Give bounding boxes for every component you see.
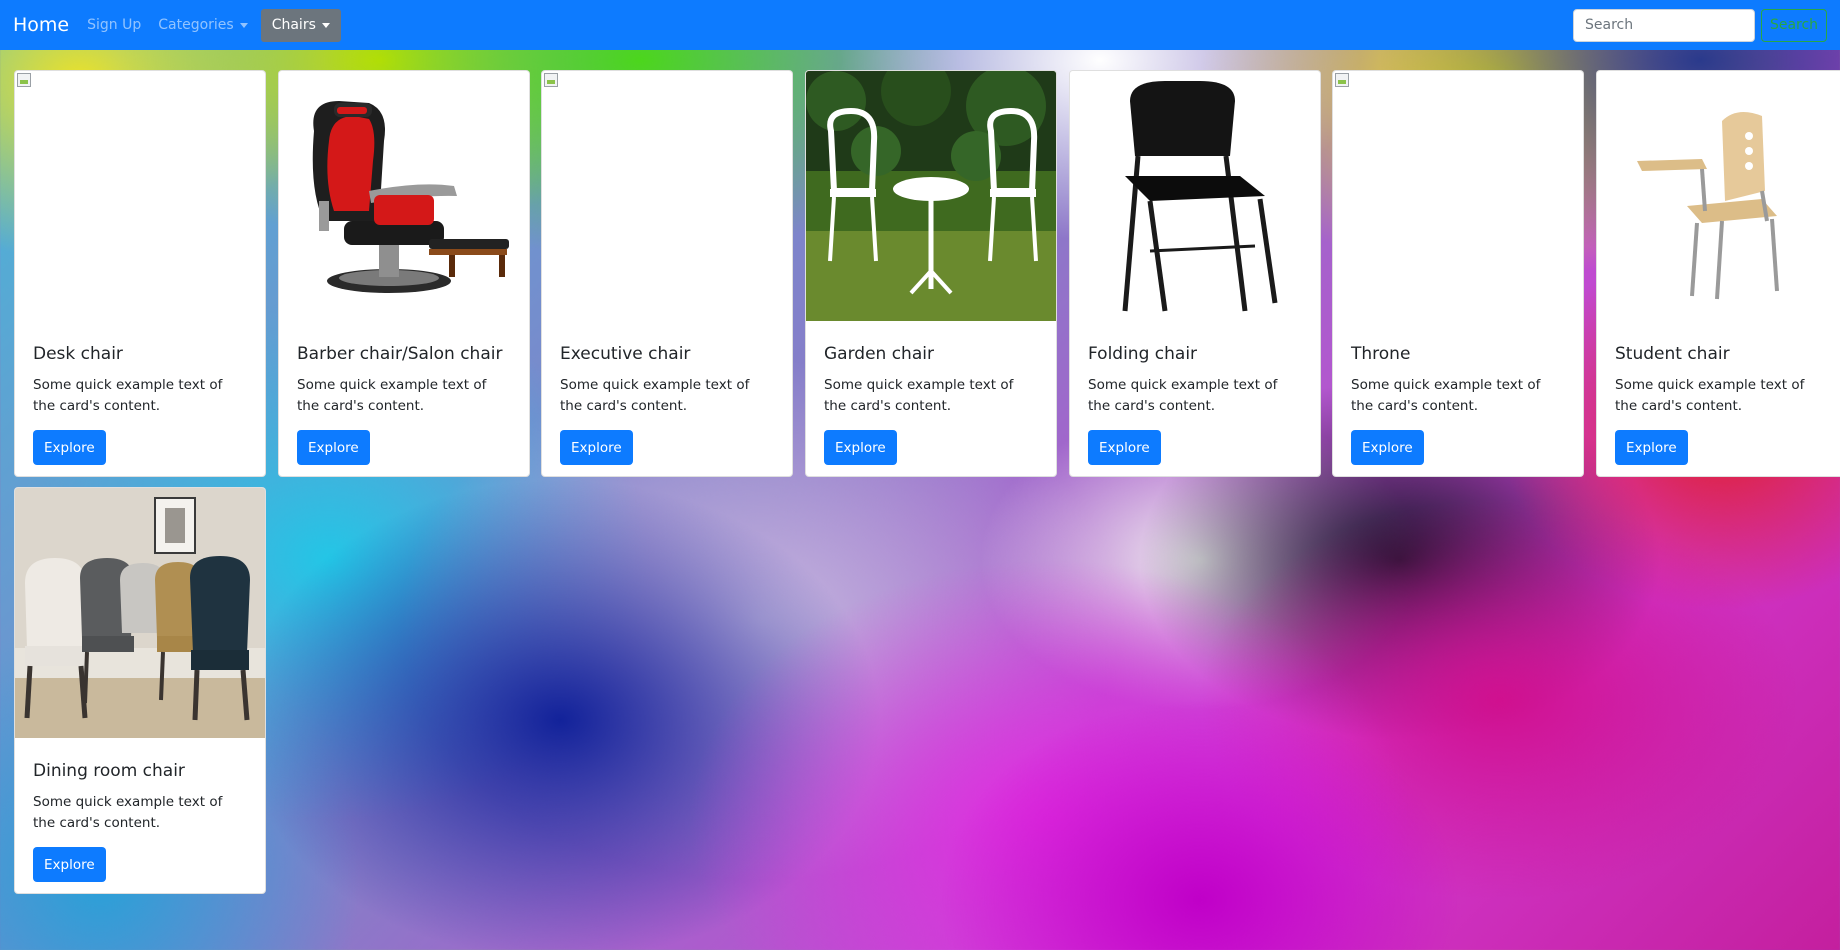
card-title: Student chair <box>1615 344 1730 364</box>
card-text: Some quick example text of the card's co… <box>33 377 223 414</box>
card-text: Some quick example text of the card's co… <box>560 377 750 414</box>
explore-button[interactable]: Explore <box>1351 430 1424 465</box>
card-image <box>1597 71 1840 321</box>
card-image <box>279 71 529 321</box>
barber-chair-image <box>279 71 529 321</box>
card-body: Folding chair Some quick example text of… <box>1070 321 1320 465</box>
card-image <box>1333 71 1583 321</box>
card-executive-chair: Executive chair Some quick example text … <box>541 70 793 477</box>
card-title: Dining room chair <box>33 761 185 781</box>
explore-button[interactable]: Explore <box>560 430 633 465</box>
card-barber-chair: Barber chair/Salon chair Some quick exam… <box>278 70 530 477</box>
broken-image-icon <box>544 73 558 87</box>
nav-dropdown-categories-label: Categories <box>158 17 234 33</box>
nav-dropdown-chairs[interactable]: Chairs <box>260 8 341 42</box>
search-input[interactable] <box>1573 8 1755 42</box>
card-throne: Throne Some quick example text of the ca… <box>1332 70 1584 477</box>
student-chair-image <box>1597 71 1840 321</box>
card-body: Throne Some quick example text of the ca… <box>1333 321 1583 465</box>
card-body: Desk chair Some quick example text of th… <box>15 321 265 465</box>
card-dining-room-chair: Dining room chair Some quick example tex… <box>14 487 266 894</box>
card-body: Dining room chair Some quick example tex… <box>15 738 265 882</box>
explore-button[interactable]: Explore <box>33 847 106 882</box>
navbar: Home Sign Up Categories Chairs Search <box>0 0 1840 50</box>
card-image <box>1070 71 1320 321</box>
card-title: Throne <box>1351 344 1411 364</box>
explore-button[interactable]: Explore <box>1088 430 1161 465</box>
explore-button[interactable]: Explore <box>824 430 897 465</box>
explore-button[interactable]: Explore <box>297 430 370 465</box>
card-image <box>542 71 792 321</box>
nav-dropdown-chairs-label: Chairs <box>271 17 316 33</box>
card-title: Folding chair <box>1088 344 1198 364</box>
card-text: Some quick example text of the card's co… <box>1615 377 1805 414</box>
broken-image-icon <box>17 73 31 87</box>
broken-image-icon <box>1335 73 1349 87</box>
card-body: Executive chair Some quick example text … <box>542 321 792 465</box>
card-text: Some quick example text of the card's co… <box>1351 377 1541 414</box>
folding-chair-image <box>1070 71 1320 321</box>
card-title: Desk chair <box>33 344 123 364</box>
caret-down-icon <box>239 22 248 28</box>
card-text: Some quick example text of the card's co… <box>33 794 223 831</box>
card-body: Student chair Some quick example text of… <box>1597 321 1840 465</box>
card-title: Barber chair/Salon chair <box>297 344 503 364</box>
explore-button[interactable]: Explore <box>1615 430 1688 465</box>
card-garden-chair: Garden chair Some quick example text of … <box>805 70 1057 477</box>
card-text: Some quick example text of the card's co… <box>1088 377 1278 414</box>
card-text: Some quick example text of the card's co… <box>824 377 1014 414</box>
card-text: Some quick example text of the card's co… <box>297 377 487 414</box>
dining-room-chair-image <box>15 488 265 738</box>
explore-button[interactable]: Explore <box>33 430 106 465</box>
card-image <box>15 71 265 321</box>
card-body: Garden chair Some quick example text of … <box>806 321 1056 465</box>
home-link[interactable]: Home <box>13 14 69 36</box>
card-body: Barber chair/Salon chair Some quick exam… <box>279 321 529 465</box>
garden-chair-image <box>806 71 1056 321</box>
card-image <box>806 71 1056 321</box>
nav-dropdown-categories[interactable]: Categories <box>154 17 251 33</box>
card-desk-chair: Desk chair Some quick example text of th… <box>14 70 266 477</box>
card-student-chair: Student chair Some quick example text of… <box>1596 70 1840 477</box>
card-title: Garden chair <box>824 344 934 364</box>
search-button[interactable]: Search <box>1761 8 1827 42</box>
caret-down-icon <box>321 22 330 28</box>
nav-link-sign-up[interactable]: Sign Up <box>83 17 145 33</box>
card-folding-chair: Folding chair Some quick example text of… <box>1069 70 1321 477</box>
card-image <box>15 488 265 738</box>
card-title: Executive chair <box>560 344 691 364</box>
